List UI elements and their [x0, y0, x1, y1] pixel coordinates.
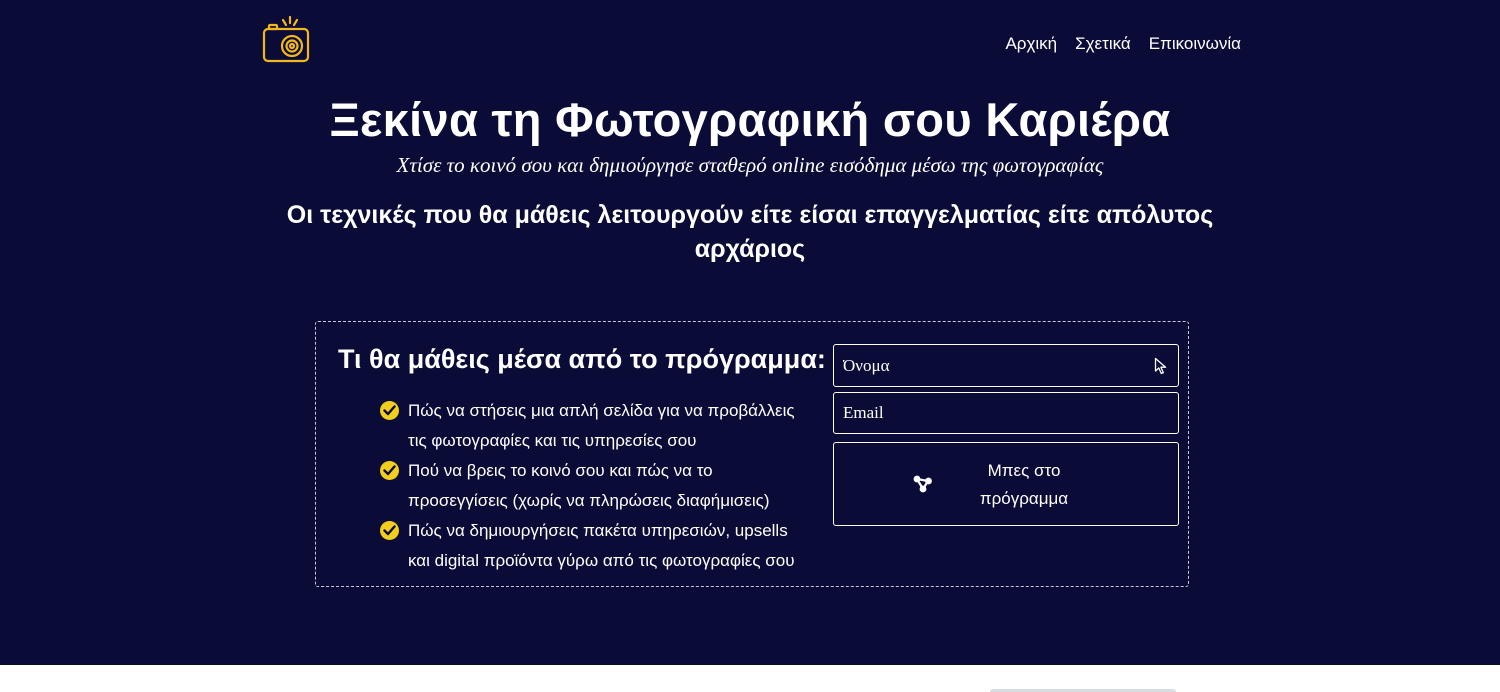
- check-circle-icon: [380, 461, 399, 480]
- page-tagline: Οι τεχνικές που θα μάθεις λειτουργούν εί…: [286, 201, 1214, 263]
- feature-item: Πώς να στήσεις μια απλή σελίδα για να πρ…: [380, 396, 810, 455]
- nav-item-about[interactable]: Σχετικά: [1075, 34, 1131, 54]
- page-title: Ξεκίνα τη Φωτογραφική σου Καριέρα: [329, 93, 1171, 146]
- check-circle-icon: [380, 521, 399, 540]
- feature-text: Πού να βρεις το κοινό σου και πώς να το …: [408, 461, 770, 510]
- check-circle-icon: [380, 401, 399, 420]
- email-field[interactable]: [833, 392, 1179, 434]
- feature-text: Πώς να δημιουργήσεις πακέτα υπηρεσιών, u…: [408, 521, 795, 570]
- program-heading: Τι θα μάθεις μέσα από το πρόγραμμα:: [338, 344, 826, 374]
- share-icon: [913, 475, 932, 493]
- page-subtitle: Χτίσε το κοινό σου και δημιούργησε σταθε…: [396, 153, 1104, 177]
- feature-item: Πού να βρεις το κοινό σου και πώς να το …: [380, 456, 810, 515]
- feature-list: Πώς να στήσεις μια απλή σελίδα για να πρ…: [380, 396, 810, 576]
- camera-logo-icon[interactable]: [261, 15, 311, 65]
- nav-item-home[interactable]: Αρχική: [1005, 34, 1057, 54]
- program-box: Τι θα μάθεις μέσα από το πρόγραμμα: Πώς …: [315, 321, 1189, 587]
- submit-button-label: Μπες στο πρόγραμμα: [979, 461, 1069, 508]
- submit-button[interactable]: Μπες στο πρόγραμμα: [833, 442, 1179, 526]
- main-nav: Αρχική Σχετικά Επικοινωνία: [1005, 34, 1241, 54]
- feature-text: Πώς να στήσεις μια απλή σελίδα για να πρ…: [408, 401, 795, 450]
- name-field[interactable]: [833, 344, 1179, 387]
- hero-section: Αρχική Σχετικά Επικοινωνία Ξεκίνα τη Φωτ…: [0, 0, 1500, 665]
- nav-item-contact[interactable]: Επικοινωνία: [1149, 34, 1241, 54]
- feature-item: Πώς να δημιουργήσεις πακέτα υπηρεσιών, u…: [380, 516, 810, 575]
- next-section: [0, 665, 1500, 692]
- cursor-icon: [1154, 357, 1167, 375]
